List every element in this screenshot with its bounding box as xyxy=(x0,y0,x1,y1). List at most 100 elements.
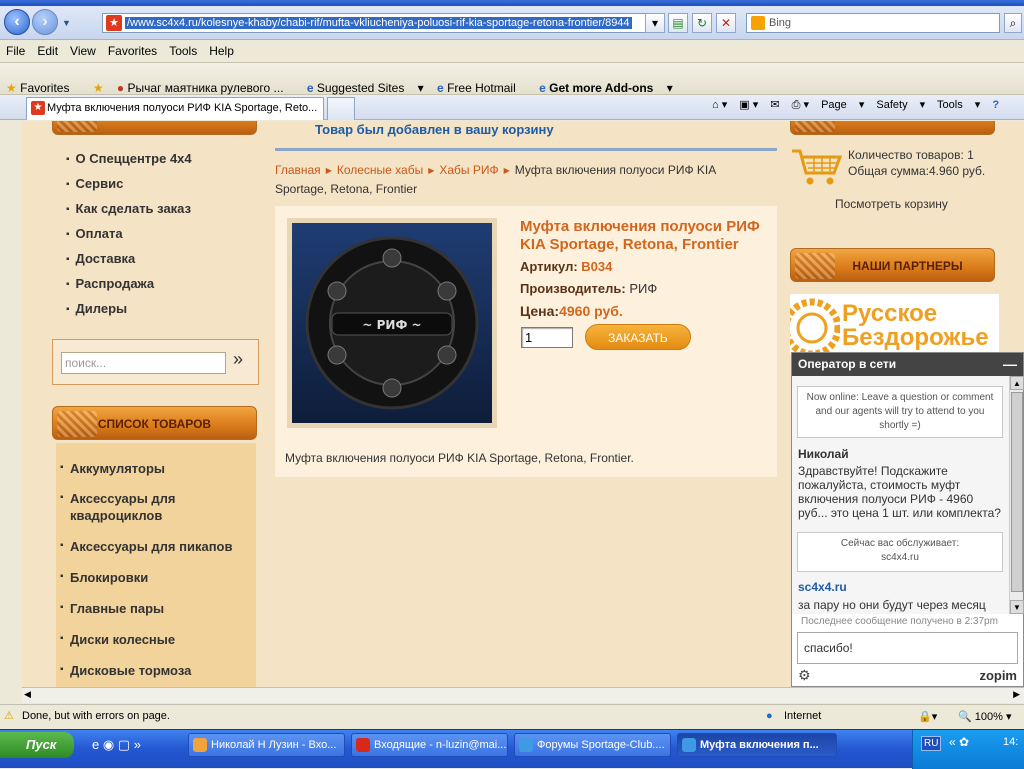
chat-header[interactable]: Оператор в сети — xyxy=(792,353,1023,376)
task-mail-1[interactable]: Николай Н Лузин - Вхо... xyxy=(188,733,345,757)
back-button[interactable]: ‹ xyxy=(4,9,30,35)
goods-item-label: Аккумуляторы xyxy=(70,461,165,476)
site-favicon-icon: ★ xyxy=(106,15,122,31)
goods-item-pickup-accessories[interactable]: Аксессуары для пикапов xyxy=(60,538,250,555)
goods-list-header-label: СПИСОК ТОВАРОВ xyxy=(97,417,212,431)
menu-help[interactable]: Help xyxy=(203,41,240,58)
history-dropdown-icon[interactable]: ▼ xyxy=(62,18,71,28)
site-search-input[interactable]: поиск... xyxy=(61,352,226,374)
cart-icon[interactable] xyxy=(790,147,846,187)
gear-icon[interactable]: ⚙ xyxy=(798,667,811,684)
quantity-input[interactable]: 1 xyxy=(521,327,573,348)
compatibility-view-icon[interactable]: ▤ xyxy=(668,13,688,33)
scroll-down-icon[interactable]: ▼ xyxy=(1010,600,1024,614)
goods-item-batteries[interactable]: Аккумуляторы xyxy=(60,460,250,477)
chat-intro: Now online: Leave a question or comment … xyxy=(797,386,1003,438)
product-price-value: 4960 руб. xyxy=(559,303,623,319)
ie-icon: e xyxy=(437,81,444,95)
task-forum[interactable]: Форумы Sportage-Club.... xyxy=(514,733,671,757)
home-icon[interactable]: ⌂ ▾ xyxy=(712,99,727,111)
nav-service[interactable]: Сервис xyxy=(66,176,124,191)
partners-header-label: НАШИ ПАРТНЕРЫ xyxy=(852,259,963,273)
scroll-thumb[interactable] xyxy=(1011,392,1023,592)
breadcrumb-wheel-hubs[interactable]: Колесные хабы xyxy=(337,163,423,177)
favorite-link-3[interactable]: e Free Hotmail xyxy=(437,63,526,95)
nav-sale[interactable]: Распродажа xyxy=(66,276,155,291)
chat-scrollbar[interactable]: ▲ ▼ xyxy=(1009,376,1024,614)
task-mail-2[interactable]: Входящие - n-luzin@mai... xyxy=(351,733,508,757)
protected-mode-icon[interactable]: 🔒▾ xyxy=(918,710,937,723)
favorite-link-4[interactable]: e Get more Add-ons ▾ xyxy=(539,63,673,95)
globe-icon: ● xyxy=(766,710,773,722)
product-card: ~ РИФ ~ Муфта включения полуоси РИФ KIA … xyxy=(275,206,777,477)
add-favorite-icon[interactable]: ★ xyxy=(93,72,104,95)
product-price: Цена:4960 руб. xyxy=(520,303,623,319)
product-title: Муфта включения полуоси РИФ KIA Sportage… xyxy=(520,218,760,253)
opera-icon xyxy=(356,738,370,752)
print-icon[interactable]: ⎙ ▾ xyxy=(792,99,809,111)
zopim-logo[interactable]: zopim xyxy=(979,668,1017,683)
cart-message-divider xyxy=(275,148,777,151)
tab-active[interactable]: ★ Муфта включения полуоси РИФ KIA Sportag… xyxy=(26,97,324,120)
nav-how-to-order[interactable]: Как сделать заказ xyxy=(66,201,192,216)
goods-item-atv-accessories[interactable]: Аксессуары для квадроциклов xyxy=(60,490,210,524)
quick-launch-icons[interactable]: e ◉ ▢ » xyxy=(92,737,141,753)
search-input[interactable]: Bing xyxy=(746,13,1000,33)
goods-item-wheels[interactable]: Диски колесные xyxy=(60,631,250,648)
page-menu[interactable]: Page ▾ xyxy=(821,99,864,111)
mail-icon[interactable]: ✉ xyxy=(770,99,779,111)
favorites-button[interactable]: ★ Favorites xyxy=(6,63,79,95)
nav-dealers[interactable]: Дилеры xyxy=(66,301,128,316)
site-favicon-icon: ★ xyxy=(31,101,45,115)
forward-button[interactable]: › xyxy=(32,9,58,35)
help-icon[interactable]: ? xyxy=(992,99,999,111)
favorite-link-2[interactable]: e Suggested Sites ▾ xyxy=(307,63,424,95)
new-tab-button[interactable] xyxy=(327,97,355,120)
address-url: /www.sc4x4.ru/kolesnye-khaby/chabi-rif/m… xyxy=(125,17,632,29)
goods-item-disc-brakes[interactable]: Дисковые тормоза xyxy=(60,662,250,679)
order-button[interactable]: ЗАКАЗАТЬ xyxy=(585,324,691,350)
zoom-level[interactable]: 🔍 100% ▾ xyxy=(958,710,1011,723)
search-go-icon[interactable]: ⌕ xyxy=(1004,13,1022,33)
partner-banner[interactable]: Русское Бездорожье xyxy=(790,294,999,354)
scroll-left-icon[interactable]: ◀ xyxy=(24,689,31,700)
favorite-link-1[interactable]: ● Рычаг маятника рулевого ... xyxy=(117,63,294,95)
refresh-icon[interactable]: ↻ xyxy=(692,13,712,33)
tray-icons[interactable]: « ✿ xyxy=(949,735,969,749)
horizontal-scrollbar[interactable]: ◀ ▶ xyxy=(22,687,1024,703)
menu-edit[interactable]: Edit xyxy=(31,41,64,58)
address-bar[interactable]: ★/www.sc4x4.ru/kolesnye-khaby/chabi-rif/… xyxy=(102,13,662,33)
language-indicator[interactable]: RU xyxy=(921,736,942,751)
menu-tools[interactable]: Tools xyxy=(163,41,203,58)
menu-file[interactable]: File xyxy=(0,41,31,58)
product-image[interactable]: ~ РИФ ~ xyxy=(287,218,497,428)
tools-menu[interactable]: Tools ▾ xyxy=(937,99,980,111)
menu-favorites[interactable]: Favorites xyxy=(102,41,163,58)
chat-input[interactable]: спасибо! xyxy=(797,632,1018,664)
view-cart-link[interactable]: Посмотреть корзину xyxy=(835,197,948,211)
menu-view[interactable]: View xyxy=(64,41,102,58)
goods-item-gear-sets[interactable]: Главные пары xyxy=(60,600,250,617)
warning-icon[interactable]: ⚠ xyxy=(4,709,14,722)
feeds-icon[interactable]: ▣ ▾ xyxy=(739,99,758,111)
nav-delivery[interactable]: Доставка xyxy=(66,251,136,266)
page-menu-label: Page xyxy=(821,99,847,111)
address-dropdown-icon[interactable]: ▾ xyxy=(645,13,665,33)
scroll-up-icon[interactable]: ▲ xyxy=(1010,376,1024,390)
start-label: Пуск xyxy=(26,737,57,752)
site-search-go-button[interactable]: » xyxy=(233,349,243,370)
live-chat-widget: Оператор в сети — Now online: Leave a que… xyxy=(791,352,1024,687)
safety-menu[interactable]: Safety ▾ xyxy=(876,99,925,111)
minimize-icon[interactable]: — xyxy=(1003,353,1017,376)
start-button[interactable]: Пуск xyxy=(0,732,74,758)
product-sku-label: Артикул: xyxy=(520,259,578,274)
stop-icon[interactable]: ✕ xyxy=(716,13,736,33)
goods-item-lockers[interactable]: Блокировки xyxy=(60,569,250,586)
task-current-page[interactable]: Муфта включения п... xyxy=(677,733,837,757)
breadcrumb-home[interactable]: Главная xyxy=(275,163,321,177)
scroll-right-icon[interactable]: ▶ xyxy=(1013,689,1020,700)
breadcrumb-rif-hubs[interactable]: Хабы РИФ xyxy=(439,163,498,177)
nav-payment[interactable]: Оплата xyxy=(66,226,123,241)
nav-about[interactable]: О Спеццентре 4х4 xyxy=(66,151,192,166)
product-price-label: Цена: xyxy=(520,303,560,319)
